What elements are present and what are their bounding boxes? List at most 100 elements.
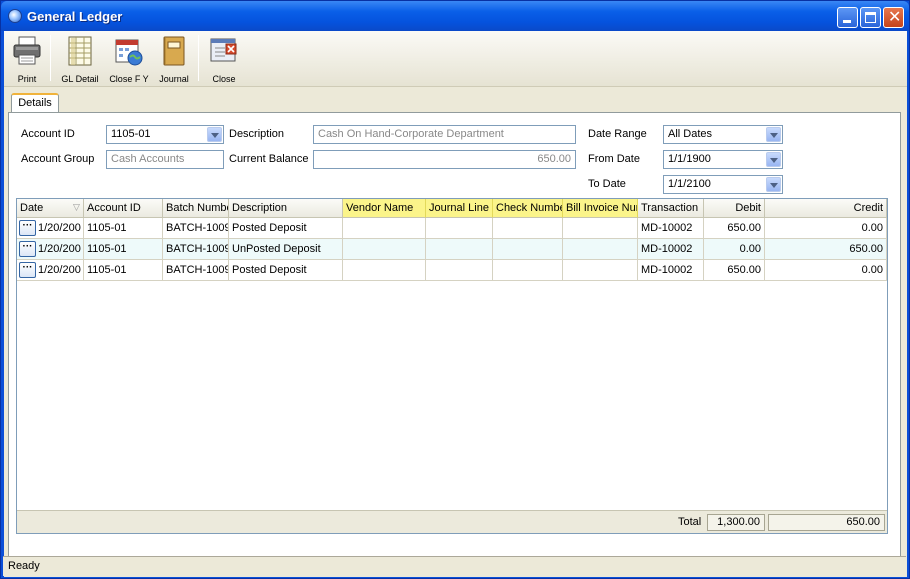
cell-credit: 0.00 bbox=[765, 260, 887, 281]
description-label: Description bbox=[229, 128, 285, 140]
cell-vendor-name bbox=[343, 218, 426, 239]
cell-check-number bbox=[493, 218, 563, 239]
account-group-label: Account Group bbox=[21, 153, 95, 165]
cell-account-id: 1105-01 bbox=[84, 260, 163, 281]
status-text: Ready bbox=[8, 560, 40, 572]
to-date-picker[interactable]: 1/1/2100 bbox=[663, 175, 783, 194]
calendar-globe-icon bbox=[115, 39, 143, 66]
cell-date-text: 1/20/200 bbox=[38, 264, 81, 276]
to-date-label: To Date bbox=[588, 178, 626, 190]
cell-debit: 650.00 bbox=[704, 260, 765, 281]
close-fy-label: Close F Y bbox=[109, 74, 149, 84]
column-header-debit[interactable]: Debit bbox=[704, 199, 765, 218]
cell-date: ··· 1/20/200 bbox=[17, 260, 84, 281]
column-header-journal-line[interactable]: Journal Line bbox=[426, 199, 493, 218]
chevron-down-icon[interactable] bbox=[207, 127, 222, 142]
journal-book-icon bbox=[163, 36, 185, 66]
table-row[interactable]: ··· 1/20/200 1105-01 BATCH-1009 Posted D… bbox=[17, 218, 887, 239]
account-group-field[interactable]: Cash Accounts bbox=[106, 150, 224, 169]
cell-vendor-name bbox=[343, 260, 426, 281]
ellipsis-button[interactable]: ··· bbox=[19, 262, 36, 278]
column-header-vendor-name[interactable]: Vendor Name bbox=[343, 199, 426, 218]
date-range-label: Date Range bbox=[588, 128, 647, 140]
chevron-down-icon[interactable] bbox=[766, 152, 781, 167]
cell-transaction: MD-10002 bbox=[638, 218, 704, 239]
column-header-description[interactable]: Description bbox=[229, 199, 343, 218]
date-range-value: All Dates bbox=[668, 128, 713, 140]
cell-vendor-name bbox=[343, 239, 426, 260]
ledger-sheet-icon bbox=[68, 36, 92, 66]
close-fy-button[interactable]: Close F Y bbox=[106, 34, 152, 86]
cell-credit: 0.00 bbox=[765, 218, 887, 239]
sort-icon: ▽ bbox=[73, 202, 80, 212]
ellipsis-button[interactable]: ··· bbox=[19, 220, 36, 236]
maximize-icon bbox=[865, 12, 876, 23]
account-id-value: 1105-01 bbox=[111, 128, 151, 140]
to-date-value: 1/1/2100 bbox=[668, 178, 711, 190]
cell-debit: 650.00 bbox=[704, 218, 765, 239]
column-header-credit[interactable]: Credit bbox=[765, 199, 887, 218]
from-date-value: 1/1/1900 bbox=[668, 153, 711, 165]
minimize-icon bbox=[843, 20, 851, 23]
cell-journal-line bbox=[426, 239, 493, 260]
description-field[interactable]: Cash On Hand-Corporate Department bbox=[313, 125, 576, 144]
print-button[interactable]: Print bbox=[8, 34, 46, 86]
cell-date-text: 1/20/200 bbox=[38, 222, 81, 234]
window-title: General Ledger bbox=[27, 9, 123, 24]
toolbar-separator bbox=[198, 35, 199, 81]
cell-batch-number: BATCH-1009 bbox=[163, 239, 229, 260]
total-debit: 1,300.00 bbox=[707, 514, 765, 531]
account-id-combo[interactable]: 1105-01 bbox=[106, 125, 224, 144]
table-row[interactable]: ··· 1/20/200 1105-01 BATCH-1009 UnPosted… bbox=[17, 239, 887, 260]
cell-account-id: 1105-01 bbox=[84, 239, 163, 260]
close-icon: ✕ bbox=[888, 9, 902, 26]
from-date-picker[interactable]: 1/1/1900 bbox=[663, 150, 783, 169]
cell-transaction: MD-10002 bbox=[638, 239, 704, 260]
gl-detail-button[interactable]: GL Detail bbox=[58, 34, 102, 86]
column-header-bill-invoice-number[interactable]: Bill Invoice Number bbox=[563, 199, 638, 218]
current-balance-label: Current Balance bbox=[229, 153, 309, 165]
cell-transaction: MD-10002 bbox=[638, 260, 704, 281]
date-range-combo[interactable]: All Dates bbox=[663, 125, 783, 144]
cell-bill-invoice bbox=[563, 239, 638, 260]
cell-description: Posted Deposit bbox=[229, 260, 343, 281]
column-header-account-id[interactable]: Account ID bbox=[84, 199, 163, 218]
title-bar[interactable]: General Ledger ✕ bbox=[1, 1, 909, 31]
print-label: Print bbox=[17, 74, 37, 84]
chevron-down-icon[interactable] bbox=[766, 127, 781, 142]
grid-total-row: Total 1,300.00 650.00 bbox=[17, 510, 887, 533]
cell-description: UnPosted Deposit bbox=[229, 239, 343, 260]
cell-debit: 0.00 bbox=[704, 239, 765, 260]
cell-description: Posted Deposit bbox=[229, 218, 343, 239]
maximize-button[interactable] bbox=[860, 7, 881, 28]
column-header-check-number[interactable]: Check Number bbox=[493, 199, 563, 218]
total-label: Total bbox=[678, 516, 702, 528]
status-bar: Ready bbox=[3, 556, 906, 576]
cell-date: ··· 1/20/200 bbox=[17, 239, 84, 260]
current-balance-field[interactable]: 650.00 bbox=[313, 150, 576, 169]
chevron-down-icon[interactable] bbox=[766, 177, 781, 192]
gl-detail-label: GL Detail bbox=[61, 74, 99, 84]
grid-header: Date ▽ Account ID Batch Number Descripti… bbox=[17, 199, 887, 218]
printer-icon bbox=[13, 36, 41, 65]
close-window-button[interactable]: ✕ bbox=[883, 7, 904, 28]
cell-bill-invoice bbox=[563, 218, 638, 239]
column-header-batch-number[interactable]: Batch Number bbox=[163, 199, 229, 218]
account-id-label: Account ID bbox=[21, 128, 75, 140]
cell-date: ··· 1/20/200 bbox=[17, 218, 84, 239]
journal-button[interactable]: Journal bbox=[155, 34, 193, 86]
cell-batch-number: BATCH-1009 bbox=[163, 218, 229, 239]
close-button[interactable]: Close bbox=[206, 34, 242, 86]
cell-journal-line bbox=[426, 260, 493, 281]
from-date-label: From Date bbox=[588, 153, 640, 165]
close-label: Close bbox=[212, 74, 236, 84]
ellipsis-button[interactable]: ··· bbox=[19, 241, 36, 257]
toolbar: Print GL Detail Close F Y Journal Close bbox=[4, 31, 907, 87]
tab-details[interactable]: Details bbox=[11, 93, 59, 113]
column-header-transaction[interactable]: Transaction bbox=[638, 199, 704, 218]
cell-check-number bbox=[493, 260, 563, 281]
minimize-button[interactable] bbox=[837, 7, 858, 28]
table-row[interactable]: ··· 1/20/200 1105-01 BATCH-1009 Posted D… bbox=[17, 260, 887, 281]
cell-bill-invoice bbox=[563, 260, 638, 281]
total-credit: 650.00 bbox=[768, 514, 885, 531]
